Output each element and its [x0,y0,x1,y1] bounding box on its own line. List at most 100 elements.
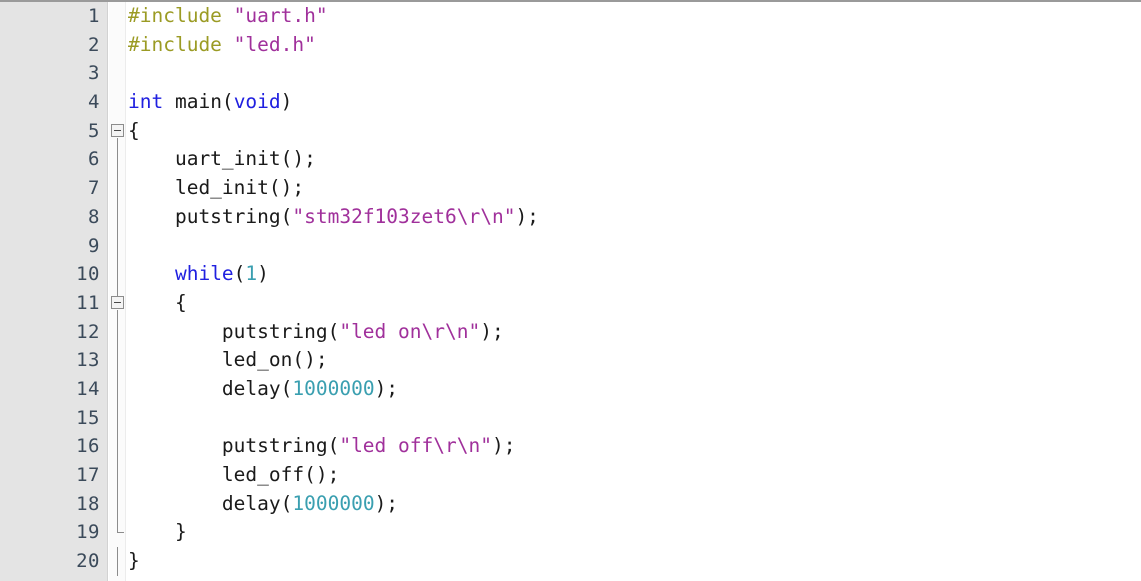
fold-guide-line [117,309,118,318]
fold-cell[interactable] [109,288,126,318]
code-line[interactable]: 9 [0,231,1141,261]
line-number: 13 [76,349,100,372]
fold-cell [109,59,126,88]
code-text[interactable]: } [128,518,187,547]
code-line[interactable]: 1 #include "uart.h" [0,2,1141,31]
line-number: 19 [76,521,100,544]
code-token: main( [163,90,234,114]
fold-end-marker [117,518,124,534]
code-text[interactable]: delay(1000000); [128,490,398,519]
code-editor[interactable]: 1 #include "uart.h" 2 #include "led.h" 3 4 int… [0,0,1141,581]
code-text[interactable]: led_on(); [128,346,328,375]
code-line[interactable]: 16 putstring("led off\r\n"); [0,432,1141,461]
code-text[interactable]: putstring("led off\r\n"); [128,432,516,461]
fold-cell [109,547,126,576]
fold-cell [109,403,126,433]
fold-cell [109,145,126,175]
code-line[interactable]: 21 [0,576,1141,581]
fold-guide-line [117,317,118,347]
fold-cell [109,317,126,347]
code-token: ) [257,262,269,286]
code-token: uart_init(); [128,147,316,171]
code-line[interactable]: 3 [0,59,1141,88]
line-number: 9 [88,234,100,257]
code-line[interactable]: 17 led_off(); [0,461,1141,490]
line-number: 4 [88,91,100,114]
code-line[interactable]: 19 } [0,518,1141,547]
line-number: 3 [88,62,100,85]
code-text[interactable]: } [128,547,140,576]
code-token: ); [491,434,516,458]
code-line[interactable]: 8 putstring("stm32f103zet6\r\n"); [0,202,1141,232]
code-text[interactable]: { [128,289,187,318]
code-token: #include [128,4,234,27]
fold-collapse-icon[interactable] [111,295,124,309]
code-text[interactable]: int main(void) [128,88,292,117]
code-line[interactable]: 10 while(1) [0,260,1141,289]
code-line[interactable]: 4 int main(void) [0,88,1141,117]
code-token: ); [374,376,399,400]
code-text[interactable]: putstring("stm32f103zet6\r\n"); [128,203,539,232]
code-token: ) [280,90,293,114]
code-line[interactable]: 15 [0,403,1141,433]
code-token: #include [128,32,234,56]
fold-cell [109,260,126,289]
fold-collapse-icon[interactable] [111,123,124,137]
line-number: 2 [88,33,100,56]
code-token: "led on\r\n" [339,319,481,343]
code-text[interactable]: putstring("led on\r\n"); [128,318,504,347]
code-text[interactable]: led_init(); [128,174,304,203]
code-text[interactable]: #include "uart.h" [128,2,328,31]
fold-cell [109,518,126,547]
code-text[interactable]: uart_init(); [128,145,316,174]
code-token: led_init(); [128,176,305,200]
fold-guide-line [117,346,118,375]
line-number: 7 [88,177,100,200]
code-line[interactable]: 14 delay(1000000); [0,374,1141,404]
fold-guide-line [117,174,118,203]
line-number: 14 [76,377,100,400]
code-line[interactable]: 13 led_on(); [0,346,1141,375]
line-number: 12 [76,320,100,343]
code-line[interactable]: 6 uart_init(); [0,145,1141,175]
fold-guide-line [117,403,118,433]
line-number: 6 [88,148,100,171]
code-token: ( [233,262,246,286]
fold-guide-line [117,202,118,232]
code-token: { [128,118,140,142]
code-line[interactable]: 11 { [0,288,1141,318]
code-token: 1 [245,262,258,286]
line-number: 17 [76,464,100,486]
code-token: } [128,549,140,573]
code-token: int [128,90,164,114]
code-token: putstring( [128,319,340,343]
code-line[interactable]: 20} [0,547,1141,576]
code-line[interactable]: 18 delay(1000000); [0,489,1141,519]
code-token: { [128,290,187,314]
code-token: delay( [128,376,293,400]
code-text[interactable]: while(1) [128,260,269,289]
fold-cell[interactable] [109,117,126,146]
code-token: 1000000 [292,376,375,400]
line-number: 15 [76,406,100,429]
line-number: 20 [76,550,100,573]
fold-guide-line [117,145,118,175]
code-token: led_on(); [128,348,328,372]
code-text[interactable]: { [128,117,140,146]
fold-cell [109,31,126,60]
code-line[interactable]: 5{ [0,117,1141,146]
fold-cell [109,346,126,375]
code-line[interactable]: 12 putstring("led on\r\n"); [0,317,1141,347]
line-number: 16 [76,435,100,458]
code-token: void [233,90,281,114]
code-lines-container[interactable]: 1 #include "uart.h" 2 #include "led.h" 3 4 int… [0,2,1141,581]
code-line[interactable]: 7 led_init(); [0,174,1141,203]
code-text[interactable]: led_off(); [128,461,339,490]
code-token: } [128,520,187,544]
code-text[interactable]: #include "led.h" [128,31,316,60]
code-token: while [174,262,234,286]
code-text[interactable]: delay(1000000); [128,375,398,404]
fold-guide-line [117,137,118,146]
code-line[interactable]: 2 #include "led.h" [0,31,1141,60]
code-token: ); [480,319,504,343]
